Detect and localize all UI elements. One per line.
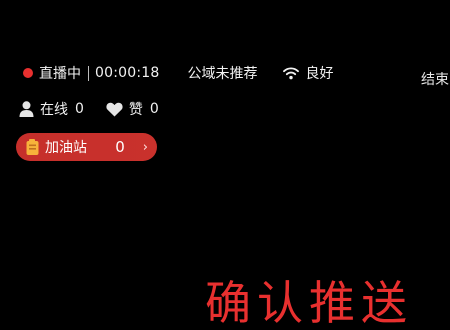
audience-stats: 在线 0 赞 0 xyxy=(19,99,159,119)
confirm-push-text: 确认推送 xyxy=(205,276,413,330)
status-divider xyxy=(88,65,89,81)
live-timer: 00:00:18 xyxy=(95,65,160,81)
person-icon xyxy=(19,101,34,117)
recommend-status[interactable]: 公域未推荐 xyxy=(187,63,257,83)
gas-station-button[interactable]: 加油站 0 › xyxy=(16,133,157,161)
network-status: 良好 xyxy=(283,63,333,83)
live-status-bar: 直播中 00:00:18 公域未推荐 良好 xyxy=(23,63,333,83)
live-status-label: 直播中 xyxy=(39,66,81,82)
heart-icon xyxy=(106,102,123,116)
fuel-can-icon xyxy=(26,139,39,155)
wifi-icon xyxy=(283,67,300,80)
network-quality-label: 良好 xyxy=(305,66,334,82)
online-label: 在线 xyxy=(40,102,68,118)
gas-station-label: 加油站 xyxy=(45,140,87,156)
online-count: 0 xyxy=(75,101,84,117)
end-live-button[interactable]: 结束 xyxy=(421,69,449,89)
likes-label: 赞 xyxy=(128,102,143,118)
likes-count: 0 xyxy=(149,101,159,117)
gas-station-count: 0 xyxy=(115,138,125,156)
live-dot-icon xyxy=(23,68,33,78)
gas-station-badge: 加油站 xyxy=(26,137,87,157)
chevron-right-icon: › xyxy=(142,139,148,155)
